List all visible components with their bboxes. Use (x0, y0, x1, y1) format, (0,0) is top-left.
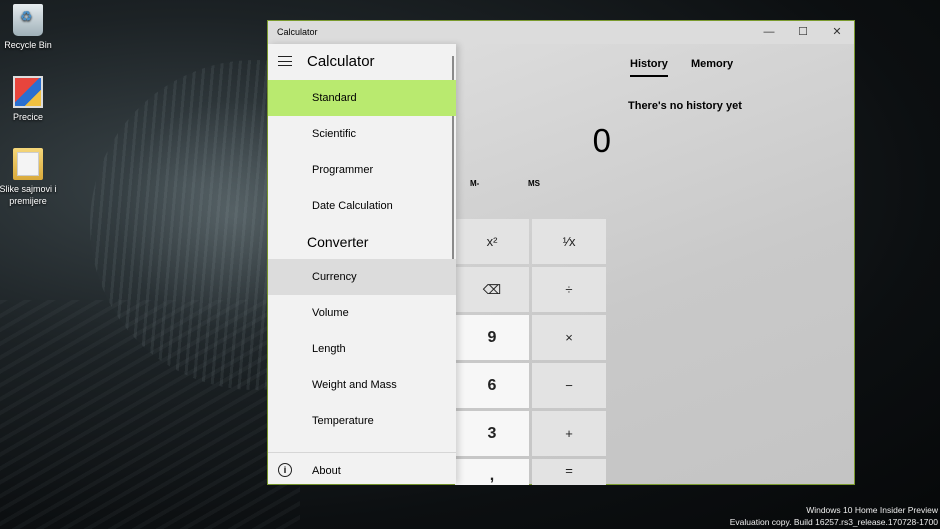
equals-button[interactable]: = (532, 459, 606, 485)
navigation-pane: Calculator Standard Scientific Programme… (268, 44, 456, 484)
desktop-wallpaper-texture (0, 300, 300, 529)
nav-item-programmer[interactable]: Programmer (268, 152, 456, 188)
divide-button[interactable]: ÷ (532, 267, 606, 312)
backspace-button[interactable]: ⌫ (455, 267, 529, 312)
memory-minus-button[interactable]: M- (470, 179, 479, 188)
nav-item-temperature[interactable]: Temperature (268, 403, 456, 439)
memory-store-button[interactable]: MS (528, 179, 540, 188)
title-bar[interactable]: Calculator — ☐ ✕ (268, 21, 854, 44)
app-shortcut-icon (13, 76, 43, 108)
evaluation-watermark: Windows 10 Home Insider Preview Evaluati… (730, 504, 938, 528)
reciprocal-button[interactable]: ¹⁄x (532, 219, 606, 264)
nav-item-scientific[interactable]: Scientific (268, 116, 456, 152)
window-title: Calculator (277, 27, 318, 37)
nav-about-label: About (312, 465, 341, 477)
nav-item-weight-and-mass[interactable]: Weight and Mass (268, 367, 456, 403)
nav-item-currency[interactable]: Currency (268, 259, 456, 295)
converter-section-heading: Converter (307, 234, 369, 250)
nav-item-length[interactable]: Length (268, 331, 456, 367)
square-button[interactable]: x² (455, 219, 529, 264)
result-display: 0 (592, 122, 611, 159)
calculator-window: Calculator — ☐ ✕ History Memory There's … (267, 20, 855, 485)
digit-9-button[interactable]: 9 (455, 315, 529, 360)
minimize-button[interactable]: — (752, 21, 786, 44)
desktop-icon-label: Precice (12, 112, 43, 122)
nav-item-volume[interactable]: Volume (268, 295, 456, 331)
info-icon: i (278, 463, 292, 477)
add-button[interactable]: + (532, 411, 606, 456)
nav-header: Calculator (268, 44, 456, 79)
desktop-icon-recycle-bin[interactable]: Recycle Bin (0, 4, 63, 51)
nav-item-date-calculation[interactable]: Date Calculation (268, 188, 456, 224)
desktop-icon-label: Recycle Bin (4, 40, 52, 50)
multiply-button[interactable]: × (532, 315, 606, 360)
desktop-icon-precice[interactable]: Precice (0, 76, 63, 123)
watermark-line-1: Windows 10 Home Insider Preview (806, 505, 938, 515)
subtract-button[interactable]: − (532, 363, 606, 408)
maximize-button[interactable]: ☐ (786, 21, 820, 44)
tab-memory[interactable]: Memory (691, 58, 733, 70)
nav-title: Calculator (307, 53, 375, 70)
nav-item-about[interactable]: i About (268, 452, 456, 490)
folder-icon (13, 148, 43, 180)
history-empty-text: There's no history yet (628, 100, 742, 112)
recycle-bin-icon (13, 4, 43, 36)
hamburger-menu-icon[interactable] (278, 56, 292, 66)
digit-3-button[interactable]: 3 (455, 411, 529, 456)
close-button[interactable]: ✕ (820, 21, 854, 44)
digit-6-button[interactable]: 6 (455, 363, 529, 408)
nav-item-standard[interactable]: Standard (268, 80, 456, 116)
watermark-line-2: Evaluation copy. Build 16257.rs3_release… (729, 517, 938, 527)
desktop-icon-slike-folder[interactable]: Slike sajmovi i premijere (0, 148, 63, 207)
decimal-button[interactable]: , (455, 459, 529, 485)
desktop-icon-label: Slike sajmovi i premijere (0, 184, 57, 206)
tab-history[interactable]: History (630, 58, 668, 77)
